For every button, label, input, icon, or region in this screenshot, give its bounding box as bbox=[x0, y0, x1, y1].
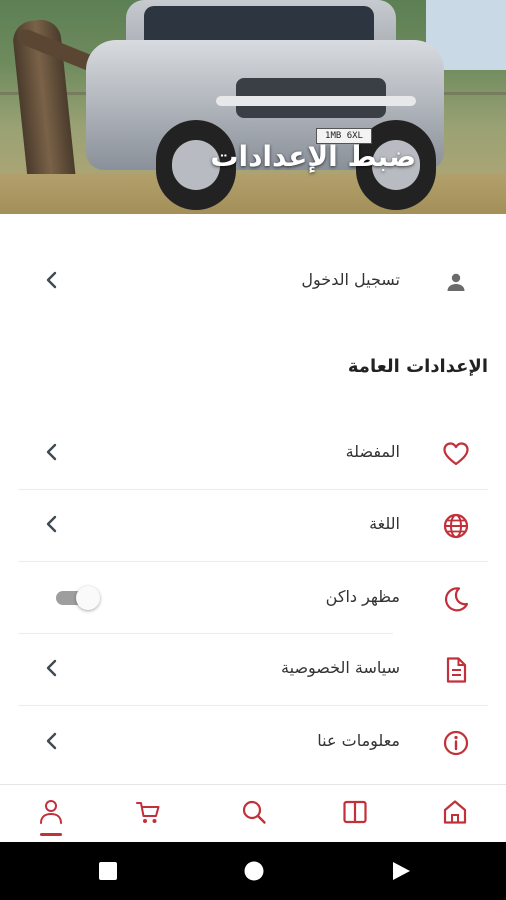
chevron-left-icon bbox=[40, 268, 62, 292]
profile-icon[interactable] bbox=[36, 797, 66, 827]
settings-item-about-us[interactable]: معلومات عنا bbox=[0, 705, 506, 777]
login-row[interactable]: تسجيل الدخول bbox=[0, 244, 506, 316]
back-triangle-icon[interactable] bbox=[391, 861, 411, 885]
dark-mode-toggle[interactable] bbox=[54, 586, 100, 610]
toggle-knob bbox=[76, 586, 100, 610]
login-label: تسجيل الدخول bbox=[301, 270, 400, 289]
settings-item-label: معلومات عنا bbox=[317, 731, 400, 750]
system-navigation-bar bbox=[0, 842, 506, 900]
person-icon bbox=[442, 268, 470, 296]
recents-square-icon[interactable] bbox=[98, 861, 118, 885]
settings-item-label: سياسة الخصوصية bbox=[281, 658, 400, 677]
settings-item-label: مظهر داكن bbox=[325, 587, 400, 606]
settings-item-label: اللغة bbox=[369, 514, 400, 533]
section-title-general: الإعدادات العامة bbox=[347, 356, 488, 377]
moon-icon bbox=[442, 585, 470, 613]
bottom-navigation bbox=[0, 784, 506, 842]
globe-icon bbox=[442, 512, 470, 540]
cart-icon[interactable] bbox=[133, 797, 163, 827]
home-icon[interactable] bbox=[440, 797, 470, 827]
heart-icon bbox=[442, 440, 470, 468]
document-icon bbox=[442, 656, 470, 684]
truck-image: 1MB 6XL bbox=[86, 0, 446, 210]
settings-item-privacy-policy[interactable]: سياسة الخصوصية bbox=[0, 632, 506, 704]
home-circle-icon[interactable] bbox=[244, 861, 264, 885]
settings-item-favorites[interactable]: المفضلة bbox=[0, 416, 506, 488]
page-title: ضبط الإعدادات bbox=[210, 140, 416, 173]
info-icon bbox=[442, 729, 470, 757]
settings-item-label: المفضلة bbox=[345, 442, 400, 461]
chevron-left-icon bbox=[40, 656, 62, 680]
chevron-left-icon bbox=[40, 512, 62, 536]
tree bbox=[11, 17, 124, 193]
search-icon[interactable] bbox=[239, 797, 269, 827]
active-tab-indicator bbox=[40, 833, 62, 836]
chevron-left-icon bbox=[40, 729, 62, 753]
catalog-icon[interactable] bbox=[340, 797, 370, 827]
header-banner: 1MB 6XL ضبط الإعدادات bbox=[0, 0, 506, 214]
chevron-left-icon bbox=[40, 440, 62, 464]
settings-item-language[interactable]: اللغة bbox=[0, 488, 506, 560]
